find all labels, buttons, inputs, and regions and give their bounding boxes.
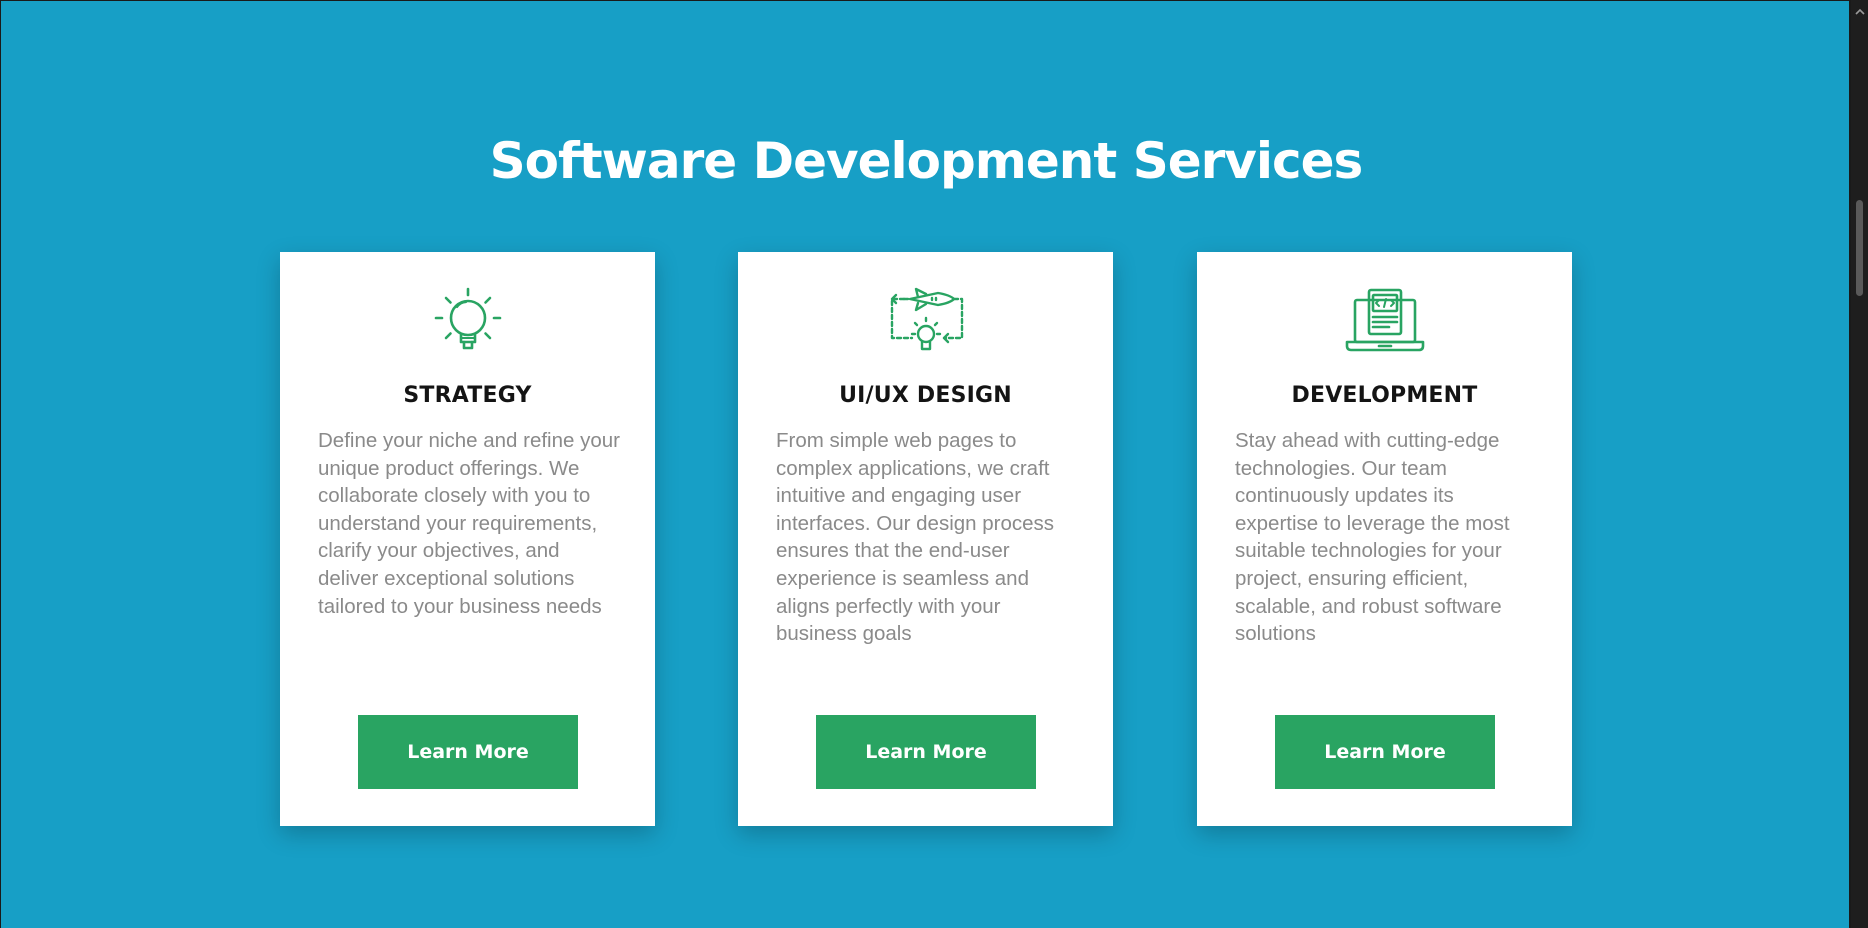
card-title: STRATEGY: [403, 383, 532, 408]
card-description: Define your niche and refine your unique…: [318, 429, 620, 618]
learn-more-button[interactable]: Learn More: [1275, 715, 1495, 789]
service-card-development: DEVELOPMENT Stay ahead with cutting-edge…: [1197, 252, 1572, 826]
services-section: Software Development Services STRATEGY D…: [1, 1, 1849, 928]
card-title: DEVELOPMENT: [1291, 383, 1478, 408]
rocket-cycle-icon: [738, 284, 1113, 360]
service-card-strategy: STRATEGY Define your niche and refine yo…: [280, 252, 655, 826]
lightbulb-icon: [280, 284, 655, 360]
card-title: UI/UX DESIGN: [839, 383, 1012, 408]
learn-more-button[interactable]: Learn More: [816, 715, 1036, 789]
card-description: Stay ahead with cutting-edge technologie…: [1235, 429, 1510, 646]
learn-more-button[interactable]: Learn More: [358, 715, 578, 789]
card-description: From simple web pages to complex applica…: [776, 429, 1055, 646]
laptop-code-icon: [1197, 284, 1572, 360]
scroll-up-arrow-icon[interactable]: [1851, 4, 1868, 18]
vertical-scrollbar[interactable]: [1851, 0, 1868, 928]
scrollbar-thumb[interactable]: [1856, 200, 1863, 296]
section-title: Software Development Services: [489, 132, 1364, 190]
service-card-ui-ux-design: UI/UX DESIGN From simple web pages to co…: [738, 252, 1113, 826]
